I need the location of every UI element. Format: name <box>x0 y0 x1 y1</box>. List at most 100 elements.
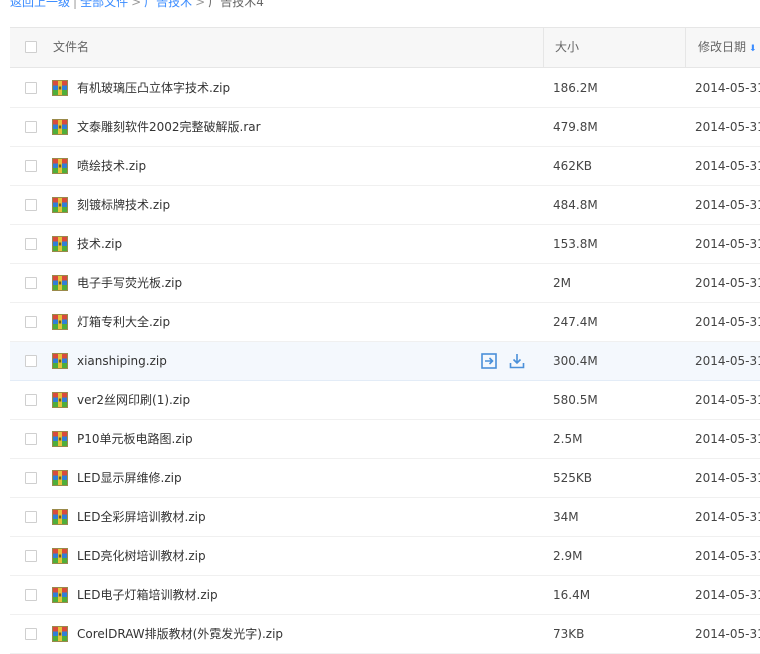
download-icon[interactable] <box>508 352 526 370</box>
table-row[interactable]: LED全彩屏培训教材.zip 34M 2014-05-31 <box>10 498 760 537</box>
file-date: 2014-05-31 <box>695 159 760 173</box>
table-row[interactable]: CorelDRAW排版教材(外霓发光字).zip 73KB 2014-05-31 <box>10 615 760 654</box>
file-date: 2014-05-31 <box>695 198 760 212</box>
file-size: 186.2M <box>553 81 598 95</box>
parent-folder-link[interactable]: 广告技术 <box>144 0 192 9</box>
archive-file-icon <box>52 80 68 96</box>
file-list-header: 文件名 大小 修改日期 ⬇ <box>10 27 760 68</box>
column-date-label: 修改日期 <box>698 40 747 54</box>
file-size: 462KB <box>553 159 593 173</box>
file-name-link[interactable]: LED显示屏维修.zip <box>77 459 182 497</box>
column-date-header[interactable]: 修改日期 ⬇ <box>698 28 757 67</box>
row-actions <box>480 352 536 370</box>
file-size: 16.4M <box>553 588 591 602</box>
file-date: 2014-05-31 <box>695 354 760 368</box>
row-checkbox[interactable] <box>25 550 37 562</box>
file-name-link[interactable]: 有机玻璃压凸立体字技术.zip <box>77 69 230 107</box>
row-checkbox[interactable] <box>25 121 37 133</box>
file-size: 34M <box>553 510 579 524</box>
row-checkbox[interactable] <box>25 394 37 406</box>
column-divider <box>543 28 544 67</box>
file-name-link[interactable]: CorelDRAW排版教材(外霓发光字).zip <box>77 615 283 653</box>
breadcrumb: 返回上一级 | 全部文件 > 广告技术 > 广告技术4 <box>10 0 264 10</box>
file-date: 2014-05-31 <box>695 120 760 134</box>
file-name-link[interactable]: P10单元板电路图.zip <box>77 420 193 458</box>
archive-file-icon <box>52 275 68 291</box>
table-row[interactable]: 电子手写荧光板.zip 2M 2014-05-31 <box>10 264 760 303</box>
file-size: 2.5M <box>553 432 583 446</box>
row-checkbox[interactable] <box>25 199 37 211</box>
row-checkbox[interactable] <box>25 82 37 94</box>
table-row[interactable]: xianshiping.zip 300.4M 2014-05-31 <box>10 342 760 381</box>
row-checkbox[interactable] <box>25 238 37 250</box>
file-name-link[interactable]: LED电子灯箱培训教材.zip <box>77 576 218 614</box>
back-link[interactable]: 返回上一级 <box>10 0 70 9</box>
all-files-link[interactable]: 全部文件 <box>80 0 128 9</box>
file-date: 2014-05-31 <box>695 549 760 563</box>
archive-file-icon <box>52 509 68 525</box>
archive-file-icon <box>52 353 68 369</box>
row-checkbox[interactable] <box>25 511 37 523</box>
file-date: 2014-05-31 <box>695 588 760 602</box>
archive-file-icon <box>52 158 68 174</box>
table-row[interactable]: LED显示屏维修.zip 525KB 2014-05-31 <box>10 459 760 498</box>
file-date: 2014-05-31 <box>695 471 760 485</box>
file-date: 2014-05-31 <box>695 276 760 290</box>
file-name-link[interactable]: 灯箱专利大全.zip <box>77 303 170 341</box>
file-size: 300.4M <box>553 354 598 368</box>
table-row[interactable]: 灯箱专利大全.zip 247.4M 2014-05-31 <box>10 303 760 342</box>
table-row[interactable]: 文泰雕刻软件2002完整破解版.rar 479.8M 2014-05-31 <box>10 108 760 147</box>
file-size: 479.8M <box>553 120 598 134</box>
file-date: 2014-05-31 <box>695 627 760 641</box>
table-row[interactable]: LED电子灯箱培训教材.zip 16.4M 2014-05-31 <box>10 576 760 615</box>
file-name-link[interactable]: 喷绘技术.zip <box>77 147 146 185</box>
archive-file-icon <box>52 392 68 408</box>
file-name-link[interactable]: LED亮化树培训教材.zip <box>77 537 206 575</box>
file-name-link[interactable]: 文泰雕刻软件2002完整破解版.rar <box>77 108 261 146</box>
row-checkbox[interactable] <box>25 433 37 445</box>
table-row[interactable]: 刻镀标牌技术.zip 484.8M 2014-05-31 <box>10 186 760 225</box>
archive-file-icon <box>52 587 68 603</box>
row-checkbox[interactable] <box>25 628 37 640</box>
file-date: 2014-05-31 <box>695 510 760 524</box>
breadcrumb-separator: > <box>131 0 142 9</box>
table-row[interactable]: ver2丝网印刷(1).zip 580.5M 2014-05-31 <box>10 381 760 420</box>
archive-file-icon <box>52 431 68 447</box>
file-size: 525KB <box>553 471 593 485</box>
table-row[interactable]: 喷绘技术.zip 462KB 2014-05-31 <box>10 147 760 186</box>
row-checkbox[interactable] <box>25 355 37 367</box>
archive-file-icon <box>52 119 68 135</box>
file-size: 73KB <box>553 627 585 641</box>
row-checkbox[interactable] <box>25 472 37 484</box>
file-size: 2M <box>553 276 571 290</box>
file-name-link[interactable]: 刻镀标牌技术.zip <box>77 186 170 224</box>
row-checkbox[interactable] <box>25 277 37 289</box>
file-name-link[interactable]: xianshiping.zip <box>77 342 167 380</box>
table-row[interactable]: 有机玻璃压凸立体字技术.zip 186.2M 2014-05-31 <box>10 69 760 108</box>
archive-file-icon <box>52 236 68 252</box>
current-folder: 广告技术4 <box>208 0 264 9</box>
column-name-header[interactable]: 文件名 <box>53 28 89 67</box>
table-row[interactable]: P10单元板电路图.zip 2.5M 2014-05-31 <box>10 420 760 459</box>
move-icon[interactable] <box>480 352 498 370</box>
arrow-down-icon[interactable]: ⬇ <box>749 30 757 69</box>
table-row[interactable]: LED亮化树培训教材.zip 2.9M 2014-05-31 <box>10 537 760 576</box>
row-checkbox[interactable] <box>25 589 37 601</box>
table-row[interactable]: 技术.zip 153.8M 2014-05-31 <box>10 225 760 264</box>
file-name-link[interactable]: ver2丝网印刷(1).zip <box>77 381 190 419</box>
file-size: 580.5M <box>553 393 598 407</box>
select-all-checkbox[interactable] <box>25 41 37 53</box>
column-size-header[interactable]: 大小 <box>555 28 579 67</box>
file-name-link[interactable]: 技术.zip <box>77 225 122 263</box>
file-date: 2014-05-31 <box>695 81 760 95</box>
file-name-link[interactable]: 电子手写荧光板.zip <box>77 264 182 302</box>
row-checkbox[interactable] <box>25 316 37 328</box>
archive-file-icon <box>52 470 68 486</box>
file-name-link[interactable]: LED全彩屏培训教材.zip <box>77 498 206 536</box>
file-date: 2014-05-31 <box>695 315 760 329</box>
archive-file-icon <box>52 197 68 213</box>
breadcrumb-separator: > <box>195 0 206 9</box>
row-checkbox[interactable] <box>25 160 37 172</box>
archive-file-icon <box>52 314 68 330</box>
breadcrumb-divider: | <box>73 0 78 9</box>
